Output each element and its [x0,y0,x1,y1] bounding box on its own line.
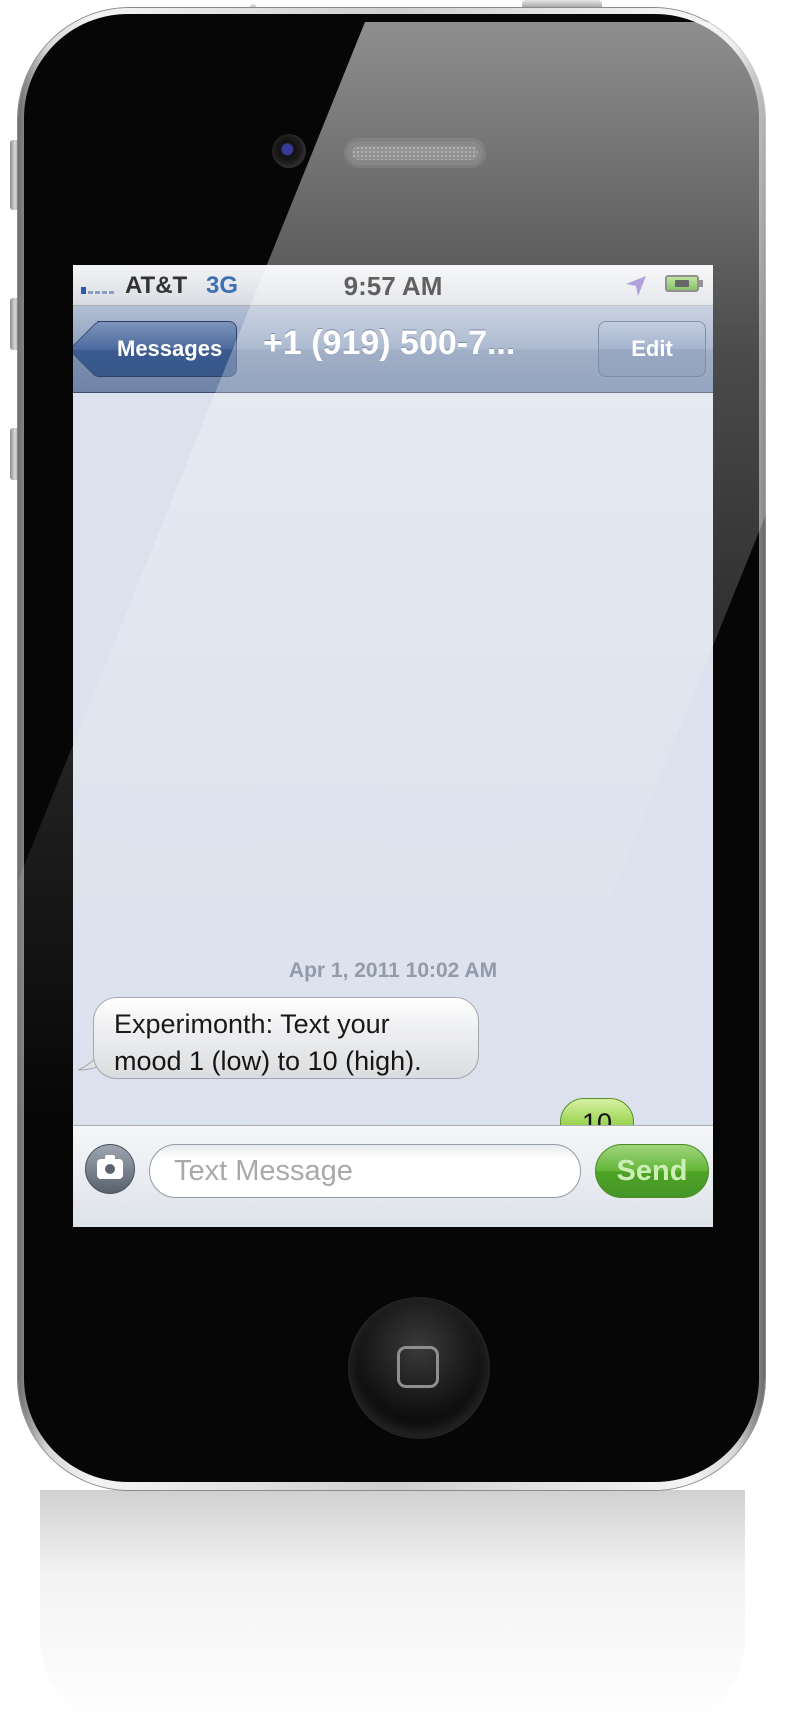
status-bar: AT&T 3G 9:57 AM [73,265,713,306]
send-button[interactable]: Send [595,1144,709,1198]
camera-icon [97,1155,123,1179]
camera-button[interactable] [85,1144,135,1194]
contact-title: +1 (919) 500-7... [263,324,516,362]
battery-charging-icon [665,275,703,292]
phone-screen: AT&T 3G 9:57 AM Messages +1 (919) 500-7.… [73,265,713,1227]
navigation-bar: Messages +1 (919) 500-7... Edit [73,306,713,393]
text-message-input[interactable] [149,1144,581,1198]
messages-back-button[interactable]: Messages [73,320,238,379]
conversation-view[interactable]: Apr 1, 2011 10:02 AM Experimonth: Text y… [73,393,713,1148]
edit-button[interactable]: Edit [598,321,706,377]
incoming-message-bubble[interactable]: Experimonth: Text your mood 1 (low) to 1… [93,997,479,1079]
home-square-icon [397,1346,439,1388]
earpiece-speaker [344,138,486,168]
status-time: 9:57 AM [343,271,443,301]
device-mockup: AT&T 3G 9:57 AM Messages +1 (919) 500-7.… [0,0,785,1735]
compose-bar: Send [73,1125,713,1227]
front-camera-icon [272,134,306,168]
location-arrow-icon [626,276,646,296]
message-timestamp: Apr 1, 2011 10:02 AM [288,959,498,982]
phone-reflection [40,1490,745,1730]
back-button-label: Messages [117,336,223,361]
home-button[interactable] [350,1299,488,1437]
